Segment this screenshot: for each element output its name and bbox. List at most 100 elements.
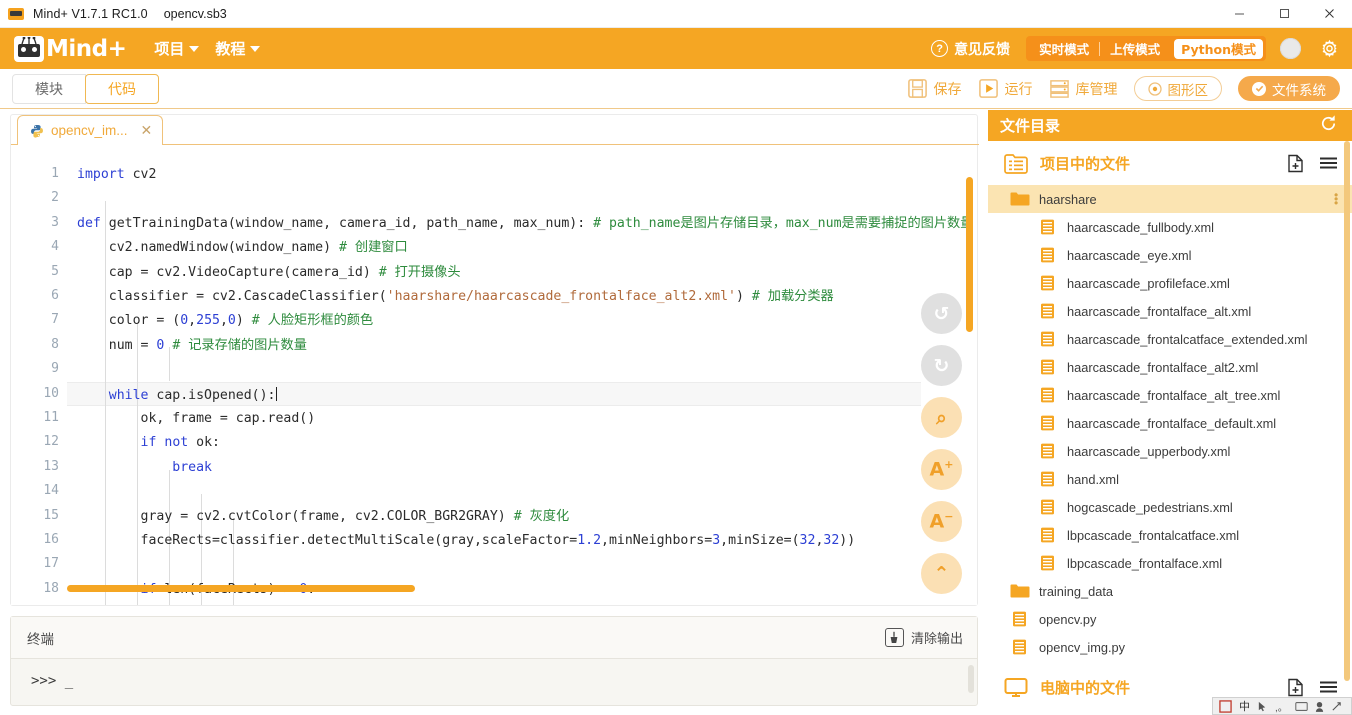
emoji-icon[interactable] [1315, 701, 1324, 712]
mode-realtime[interactable]: 实时模式 [1029, 39, 1099, 58]
tree-file-item[interactable]: opencv.py [988, 605, 1352, 633]
tree-file-item[interactable]: haarcascade_frontalface_default.xml [988, 409, 1352, 437]
tree-file-item[interactable]: haarcascade_upperbody.xml [988, 437, 1352, 465]
code-editor-panel: opencv_im... ✕ 1 2 3 4 5 6 7 8 9 10 11 12 13 14 15 16 17… [10, 114, 979, 606]
hamburger-menu-icon[interactable] [1319, 156, 1338, 170]
new-file-icon[interactable] [1287, 154, 1305, 173]
line-number: 15 [43, 507, 59, 523]
tree-item-label: hand.xml [1067, 471, 1119, 487]
file-tree[interactable]: haarshare • • • haarcascade_fullbody.xmlhaar… [988, 185, 1352, 661]
mode-python-active[interactable]: Python模式 [1174, 38, 1263, 59]
line-number: 3 [51, 214, 59, 230]
file-icon [1038, 387, 1058, 403]
tree-file-item[interactable]: haarcascade_frontalface_alt2.xml [988, 353, 1352, 381]
tree-file-item[interactable]: haarcascade_frontalcatface_extended.xml [988, 325, 1352, 353]
close-button[interactable] [1307, 0, 1352, 28]
computer-files-actions [1287, 678, 1338, 697]
user-avatar[interactable] [1280, 38, 1301, 59]
file-icon [1038, 331, 1058, 347]
editor-horizontal-scrollbar[interactable] [67, 585, 415, 592]
collapse-button[interactable]: ⌃ [921, 553, 962, 594]
xml-file-icon [1041, 331, 1054, 347]
terminal-prompt: >>> _ [31, 673, 74, 689]
font-increase-button[interactable]: A+ [921, 449, 962, 490]
tree-file-item[interactable]: haarcascade_frontalface_alt_tree.xml [988, 381, 1352, 409]
xml-file-icon [1041, 499, 1054, 515]
gear-icon[interactable] [1319, 38, 1340, 59]
tree-file-item[interactable]: hogcascade_pedestrians.xml [988, 493, 1352, 521]
ime-mode-icon[interactable] [1219, 699, 1232, 713]
code-line: num = 0 # 记录存储的图片数量 [77, 337, 307, 353]
code-area[interactable]: 123456789101112131415161718192021222324 … [11, 145, 977, 605]
keyboard-icon[interactable] [1295, 701, 1308, 711]
tree-file-item[interactable]: hand.xml [988, 465, 1352, 493]
close-icon[interactable]: ✕ [141, 122, 153, 139]
library-icon [1049, 80, 1069, 98]
font-decrease-button[interactable]: A− [921, 501, 962, 542]
file-icon [1038, 303, 1058, 319]
clear-output-button[interactable]: 清除输出 [884, 628, 963, 647]
tree-file-item[interactable]: lbpcascade_frontalcatface.xml [988, 521, 1352, 549]
xml-file-icon [1041, 527, 1054, 543]
mode-upload[interactable]: 上传模式 [1100, 39, 1170, 58]
ime-lang-label[interactable]: 中 [1239, 698, 1250, 714]
code-line: gray = cv2.cvtColor(frame, cv2.COLOR_BGR… [77, 508, 570, 524]
menu-tutorial[interactable]: 教程 [209, 35, 266, 62]
tree-item-label: opencv.py [1039, 611, 1097, 627]
toolbar-actions: 保存 运行 库管理 图形区 文件系统 [907, 76, 1352, 101]
cursor-icon[interactable] [1257, 701, 1268, 712]
menu-project[interactable]: 项目 [148, 35, 205, 62]
mode-switch: 实时模式 上传模式 Python模式 [1026, 36, 1266, 61]
maximize-button[interactable] [1262, 0, 1307, 28]
tab-blocks[interactable]: 模块 [12, 73, 86, 104]
settings-icon[interactable] [1331, 701, 1342, 712]
header-menu: 项目 教程 [148, 35, 266, 62]
ime-punctuation-icon[interactable]: ,。 [1275, 699, 1288, 714]
tree-file-item[interactable]: haarcascade_frontalface_alt.xml [988, 297, 1352, 325]
redo-button[interactable]: ↻ [921, 345, 962, 386]
brand-logo[interactable]: Mind+ [14, 32, 127, 66]
redo-icon: ↻ [933, 354, 950, 377]
undo-button[interactable]: ↺ [921, 293, 962, 334]
tree-file-item[interactable]: opencv_img.py [988, 633, 1352, 661]
minimize-button[interactable] [1217, 0, 1262, 28]
tree-item-label: haarcascade_frontalface_alt2.xml [1067, 359, 1259, 375]
save-button[interactable]: 保存 [907, 78, 962, 99]
folder-icon [1010, 583, 1030, 599]
tree-folder-item[interactable]: training_data [988, 577, 1352, 605]
filesystem-button[interactable]: 文件系统 [1238, 76, 1340, 101]
terminal-scrollbar[interactable] [968, 665, 974, 693]
tree-file-item[interactable]: haarcascade_eye.xml [988, 241, 1352, 269]
tree-item-menu-icon[interactable]: • • • [1334, 189, 1338, 209]
stage-area-button[interactable]: 图形区 [1133, 76, 1222, 101]
editor-tabstrip: opencv_im... ✕ [11, 115, 979, 145]
project-folder-icon [1004, 153, 1028, 174]
tree-item-label: lbpcascade_frontalface.xml [1067, 555, 1223, 571]
library-label: 库管理 [1075, 80, 1118, 97]
tree-folder-item[interactable]: haarshare • • • [988, 185, 1352, 213]
terminal-title: 终端 [27, 631, 54, 647]
tree-item-label: haarcascade_frontalface_alt.xml [1067, 303, 1252, 319]
library-manager-button[interactable]: 库管理 [1049, 78, 1118, 99]
editor-vertical-scrollbar[interactable] [966, 177, 973, 332]
feedback-button[interactable]: ? 意见反馈 [931, 39, 1010, 59]
tree-file-item[interactable]: haarcascade_fullbody.xml [988, 213, 1352, 241]
tab-code[interactable]: 代码 [85, 73, 159, 104]
hamburger-menu-icon[interactable] [1319, 680, 1338, 694]
editor-tab-opencv-img[interactable]: opencv_im... ✕ [17, 115, 164, 145]
file-icon [1038, 219, 1058, 235]
terminal-body[interactable]: >>> _ [11, 659, 977, 706]
file-directory-body[interactable]: 项目中的文件 haarshare • • • haarcascade_fullbody.… [988, 141, 1352, 715]
tree-item-label: haarcascade_eye.xml [1067, 247, 1192, 263]
tree-file-item[interactable]: lbpcascade_frontalface.xml [988, 549, 1352, 577]
tree-file-item[interactable]: haarcascade_profileface.xml [988, 269, 1352, 297]
code-content[interactable]: import cv2 def getTrainingData(window_nam… [67, 145, 977, 605]
file-panel-scrollbar[interactable] [1344, 141, 1350, 681]
search-icon: ⌕ [936, 406, 947, 429]
search-button[interactable]: ⌕ [921, 397, 962, 438]
new-file-icon[interactable] [1287, 678, 1305, 697]
line-number: 9 [51, 361, 59, 377]
run-button[interactable]: 运行 [978, 78, 1033, 99]
xml-file-icon [1041, 303, 1054, 319]
refresh-icon[interactable] [1319, 114, 1338, 138]
